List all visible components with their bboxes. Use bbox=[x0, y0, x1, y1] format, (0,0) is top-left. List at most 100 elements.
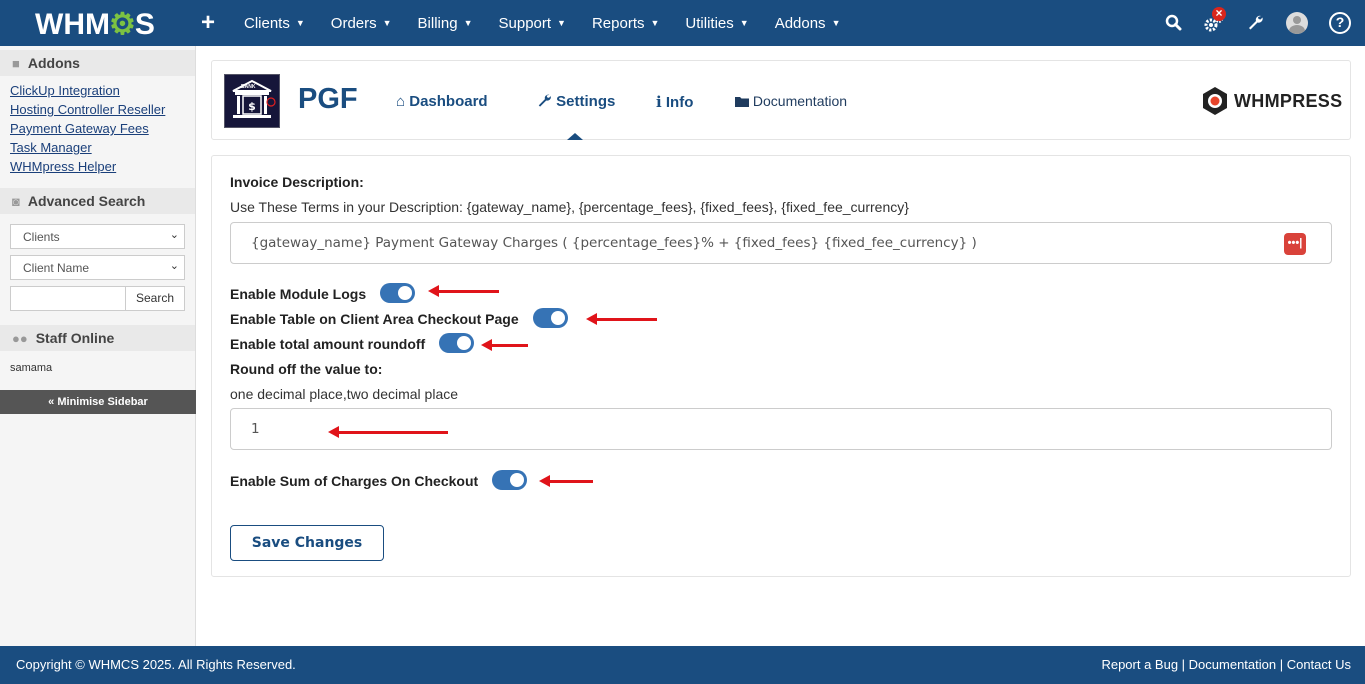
help-icon[interactable]: ? bbox=[1329, 12, 1351, 34]
cube-icon: ■ bbox=[12, 55, 20, 71]
advanced-search-title: Advanced Search bbox=[27, 193, 146, 209]
password-manager-icon[interactable]: •••| bbox=[1284, 233, 1306, 255]
enable-module-logs-toggle[interactable] bbox=[380, 283, 415, 303]
tab-dashboard[interactable]: ⌂ Dashboard bbox=[396, 93, 488, 110]
search-icon[interactable] bbox=[1165, 14, 1182, 31]
active-tab-indicator bbox=[567, 133, 583, 140]
user-avatar[interactable] bbox=[1286, 12, 1308, 34]
search-button[interactable]: Search bbox=[125, 286, 185, 311]
sidebar: ■ Addons ClickUp Integration Hosting Con… bbox=[0, 46, 196, 646]
search-type-value: Clients bbox=[23, 230, 60, 244]
save-changes-button[interactable]: Save Changes bbox=[230, 525, 384, 561]
caret-down-icon: ▼ bbox=[739, 17, 749, 28]
whmpress-logo[interactable]: WHMPRESS bbox=[1200, 86, 1342, 116]
enable-roundoff-label: Enable total amount roundoff bbox=[230, 336, 426, 352]
add-new-icon[interactable]: + bbox=[201, 9, 215, 37]
tab-dashboard-label: Dashboard bbox=[409, 93, 488, 110]
main-menu: Clients ▼ Orders ▼ Billing ▼ Support ▼ Repor… bbox=[244, 0, 866, 46]
tab-info-label: Info bbox=[665, 94, 694, 111]
menu-label: Addons bbox=[774, 14, 826, 32]
enable-sum-charges-toggle[interactable] bbox=[492, 470, 527, 490]
annotation-arrow bbox=[428, 285, 499, 297]
search-type-select[interactable]: Clients ⌄ bbox=[10, 224, 185, 249]
addons-list: ClickUp Integration Hosting Controller R… bbox=[0, 81, 195, 176]
caret-down-icon: ▼ bbox=[650, 17, 660, 28]
whmcs-logo[interactable]: WHM ⚙ S bbox=[35, 7, 155, 42]
pgf-logo: $ BANK bbox=[224, 74, 280, 128]
enable-table-checkout-toggle[interactable] bbox=[533, 308, 568, 328]
caret-down-icon: ▼ bbox=[463, 17, 473, 28]
minimise-sidebar-button[interactable]: « Minimise Sidebar bbox=[0, 390, 196, 414]
users-icon: ●● bbox=[12, 330, 28, 346]
settings-card: Invoice Description: Use These Terms in … bbox=[211, 155, 1351, 577]
search-field-select[interactable]: Client Name ⌄ bbox=[10, 255, 185, 280]
enable-roundoff-toggle[interactable] bbox=[439, 333, 474, 353]
round-off-help: one decimal place,two decimal place bbox=[230, 386, 459, 402]
caret-down-icon: ▼ bbox=[382, 17, 392, 28]
folder-icon bbox=[735, 97, 749, 107]
menu-utilities[interactable]: Utilities ▼ bbox=[685, 15, 748, 32]
menu-label: Reports bbox=[591, 14, 645, 32]
advanced-search-header: ◙ Advanced Search bbox=[0, 188, 195, 214]
staff-name: samama bbox=[10, 362, 53, 374]
addons-panel-header: ■ Addons bbox=[0, 50, 195, 76]
invoice-description-input[interactable] bbox=[231, 223, 1331, 263]
annotation-arrow bbox=[539, 475, 593, 487]
addon-link-clickup[interactable]: ClickUp Integration bbox=[0, 81, 195, 100]
menu-reports[interactable]: Reports ▼ bbox=[592, 15, 659, 32]
caret-down-icon: ▼ bbox=[295, 17, 305, 28]
menu-label: Support bbox=[498, 14, 552, 32]
caret-down-icon: ▼ bbox=[557, 17, 566, 28]
chevron-down-icon: ⌄ bbox=[169, 260, 179, 272]
invoice-description-label: Invoice Description: bbox=[230, 174, 364, 190]
whmpress-logo-icon bbox=[1203, 87, 1227, 115]
enable-table-checkout-label: Enable Table on Client Area Checkout Pag… bbox=[230, 311, 519, 327]
avatar-head bbox=[1293, 16, 1301, 24]
addon-link-whmpress-helper[interactable]: WHMpress Helper bbox=[0, 157, 195, 176]
menu-billing[interactable]: Billing ▼ bbox=[418, 15, 473, 32]
menu-addons[interactable]: Addons ▼ bbox=[775, 15, 841, 32]
top-navbar: WHM ⚙ S + Clients ▼ Orders ▼ Billing ▼ Suppor… bbox=[0, 0, 1365, 46]
menu-support[interactable]: Support ▼ bbox=[499, 15, 566, 32]
chevron-down-icon: ⌄ bbox=[169, 229, 179, 241]
menu-label: Utilities bbox=[685, 14, 734, 32]
logo-text-left: WHM bbox=[35, 7, 110, 41]
tab-documentation-label: Documentation bbox=[752, 93, 848, 109]
round-off-input[interactable] bbox=[231, 409, 1331, 449]
round-off-field[interactable] bbox=[230, 408, 1332, 450]
module-title: PGF bbox=[298, 83, 358, 115]
staff-online-title: Staff Online bbox=[35, 330, 115, 346]
avatar-body bbox=[1289, 25, 1305, 34]
enable-sum-charges-label: Enable Sum of Charges On Checkout bbox=[230, 473, 479, 489]
home-icon: ⌂ bbox=[396, 93, 406, 110]
bank-icon: $ bbox=[232, 79, 276, 118]
wrench-icon bbox=[538, 94, 551, 107]
bank-label: BANK bbox=[241, 84, 256, 90]
enable-module-logs-label: Enable Module Logs bbox=[230, 286, 367, 302]
invoice-description-help: Use These Terms in your Description: {ga… bbox=[230, 199, 909, 215]
svg-text:$: $ bbox=[248, 100, 256, 113]
tab-info[interactable]: i Info bbox=[656, 93, 693, 111]
tab-settings[interactable]: Settings bbox=[537, 93, 615, 110]
logo-gear-icon: ⚙ bbox=[108, 8, 136, 41]
addons-panel-title: Addons bbox=[27, 55, 80, 71]
addon-link-hosting-controller[interactable]: Hosting Controller Reseller bbox=[0, 100, 195, 119]
search-input[interactable] bbox=[10, 286, 126, 311]
invoice-description-field[interactable]: •••| bbox=[230, 222, 1332, 264]
menu-orders[interactable]: Orders ▼ bbox=[331, 15, 392, 32]
menu-label: Orders bbox=[330, 14, 377, 32]
whmpress-brand: WHMPRESS bbox=[1234, 90, 1343, 111]
menu-label: Billing bbox=[417, 14, 458, 32]
annotation-arrow bbox=[586, 313, 657, 325]
staff-online-header: ●● Staff Online bbox=[0, 325, 195, 351]
menu-clients[interactable]: Clients ▼ bbox=[244, 15, 305, 32]
wrench-icon[interactable] bbox=[1247, 14, 1264, 31]
addon-link-task-manager[interactable]: Task Manager bbox=[0, 138, 195, 157]
menu-label: Clients bbox=[244, 14, 290, 32]
footer-links[interactable]: Report a Bug | Documentation | Contact U… bbox=[1101, 657, 1351, 672]
info-icon: i bbox=[656, 93, 662, 111]
addon-link-payment-gateway-fees[interactable]: Payment Gateway Fees bbox=[0, 119, 195, 138]
logo-text-right: S bbox=[134, 7, 155, 41]
tab-documentation[interactable]: Documentation bbox=[735, 93, 847, 109]
alert-badge[interactable]: × bbox=[1212, 7, 1226, 21]
